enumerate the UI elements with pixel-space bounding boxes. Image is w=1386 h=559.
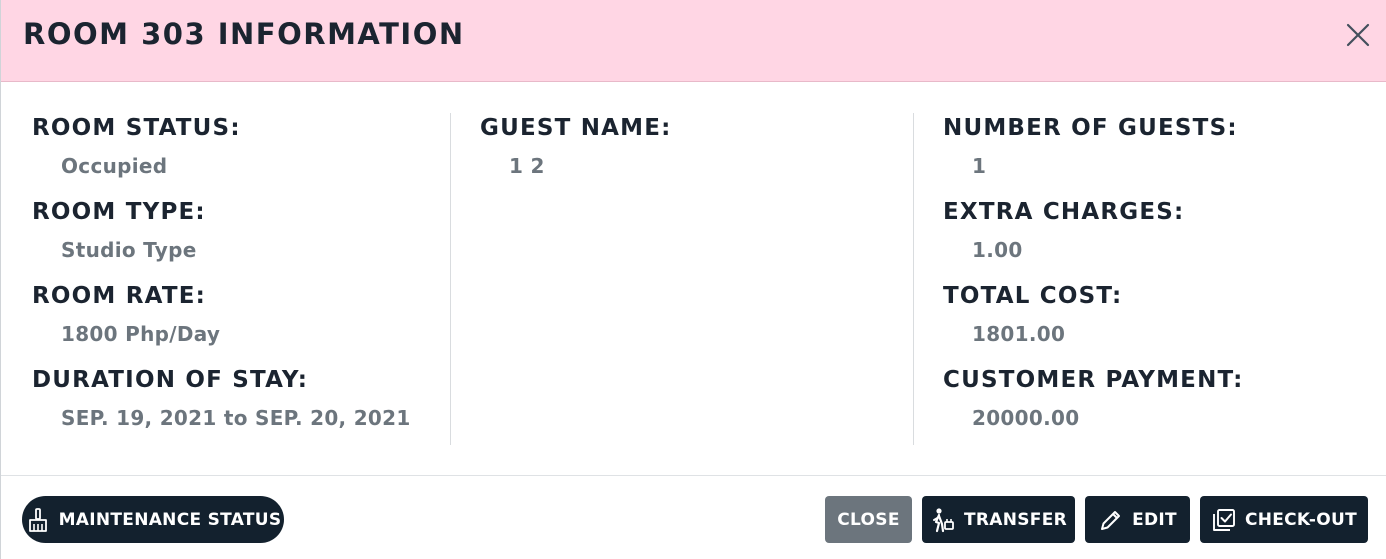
payment-field: CUSTOMER PAYMENT: 20000.00 <box>943 365 1383 449</box>
person-walking-luggage-icon <box>930 507 956 533</box>
room-status-label: ROOM STATUS: <box>32 115 241 141</box>
total-cost-field: TOTAL COST: 1801.00 <box>943 281 1383 365</box>
close-button-label: CLOSE <box>837 509 900 530</box>
num-guests-field: NUMBER OF GUESTS: 1 <box>943 113 1383 197</box>
room-info-modal: ROOM 303 INFORMATION ROOM STATUS: Occupi… <box>0 0 1386 559</box>
guest-name-label: GUEST NAME: <box>480 115 672 141</box>
transfer-button[interactable]: TRANSFER <box>922 496 1075 543</box>
transfer-button-label: TRANSFER <box>963 509 1068 530</box>
total-cost-label: TOTAL COST: <box>943 283 1123 309</box>
room-status-value: Occupied <box>61 154 168 178</box>
modal-header: ROOM 303 INFORMATION <box>1 0 1386 82</box>
duration-label: DURATION OF STAY: <box>32 367 309 393</box>
modal-title: ROOM 303 INFORMATION <box>23 17 465 51</box>
details-column-middle: GUEST NAME: 1 2 <box>450 113 912 445</box>
room-type-value: Studio Type <box>61 238 197 262</box>
check-box-icon <box>1211 507 1237 533</box>
maintenance-status-label: MAINTENANCE STATUS <box>58 509 282 530</box>
extra-charges-label: EXTRA CHARGES: <box>943 199 1185 225</box>
room-type-label: ROOM TYPE: <box>32 199 206 225</box>
room-rate-label: ROOM RATE: <box>32 283 207 309</box>
extra-charges-value: 1.00 <box>972 238 1023 262</box>
details-column-left: ROOM STATUS: Occupied ROOM TYPE: Studio … <box>32 113 449 445</box>
num-guests-label: NUMBER OF GUESTS: <box>943 115 1238 141</box>
footer-divider <box>1 475 1386 476</box>
pencil-icon <box>1098 507 1124 533</box>
extra-charges-field: EXTRA CHARGES: 1.00 <box>943 197 1383 281</box>
room-rate-value: 1800 Php/Day <box>61 322 221 346</box>
room-details: ROOM STATUS: Occupied ROOM TYPE: Studio … <box>1 113 1386 445</box>
check-out-button-label: CHECK-OUT <box>1244 509 1358 530</box>
payment-label: CUSTOMER PAYMENT: <box>943 367 1244 393</box>
room-status-field: ROOM STATUS: Occupied <box>32 113 449 197</box>
close-icon[interactable] <box>1345 22 1371 48</box>
room-rate-field: ROOM RATE: 1800 Php/Day <box>32 281 449 365</box>
guest-name-value: 1 2 <box>509 154 545 178</box>
guest-name-field: GUEST NAME: 1 2 <box>480 113 912 197</box>
details-column-right: NUMBER OF GUESTS: 1 EXTRA CHARGES: 1.00 … <box>913 113 1383 445</box>
edit-button[interactable]: EDIT <box>1085 496 1190 543</box>
maintenance-status-button[interactable]: MAINTENANCE STATUS <box>22 496 284 543</box>
duration-field: DURATION OF STAY: SEP. 19, 2021 to SEP. … <box>32 365 449 449</box>
payment-value: 20000.00 <box>972 406 1080 430</box>
duration-value: SEP. 19, 2021 to SEP. 20, 2021 <box>61 406 411 430</box>
total-cost-value: 1801.00 <box>972 322 1066 346</box>
broom-icon <box>25 507 51 533</box>
edit-button-label: EDIT <box>1132 509 1177 530</box>
num-guests-value: 1 <box>972 154 987 178</box>
close-button[interactable]: CLOSE <box>825 496 912 543</box>
check-out-button[interactable]: CHECK-OUT <box>1200 496 1368 543</box>
room-type-field: ROOM TYPE: Studio Type <box>32 197 449 281</box>
